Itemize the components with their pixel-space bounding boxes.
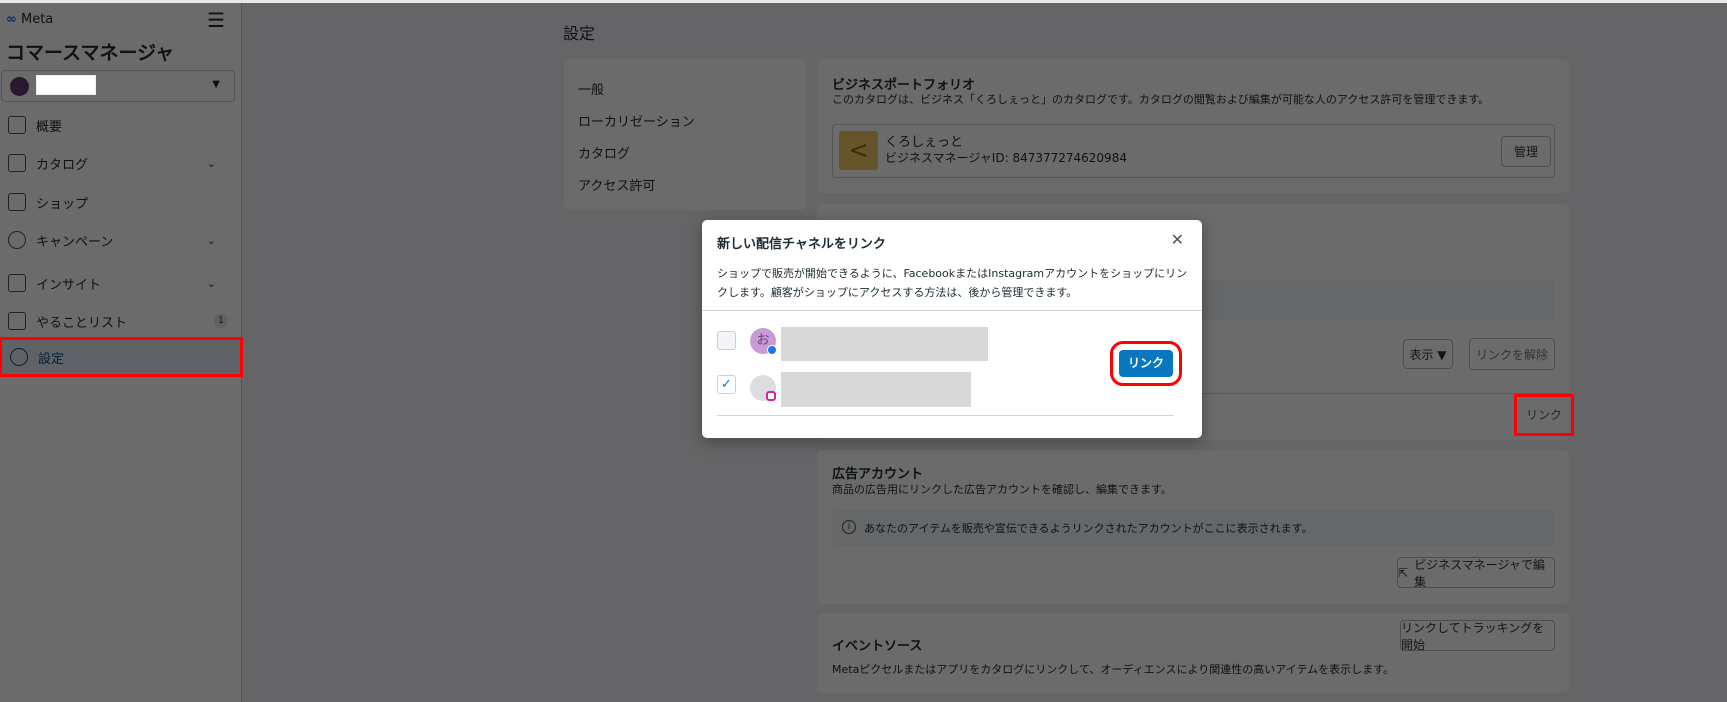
page-title: 設定 [563, 24, 596, 43]
business-name: くろしぇっと [885, 135, 964, 150]
event-source-title: イベントソース [832, 639, 923, 654]
meta-brand-text: Meta [20, 12, 54, 27]
link-text-button[interactable]: リンク [1514, 394, 1574, 436]
nav-label: やることリスト [36, 315, 128, 331]
ad-accounts-info: i あなたのアイテムを販売や宣伝できるようリンクされたアカウントがここに表示され… [832, 510, 1555, 546]
nav-label: ショップ [36, 196, 89, 212]
instagram-account-checkbox[interactable]: ✓ [717, 375, 736, 394]
event-source-card: イベントソース Metaピクセルまたはアプリをカタログにリンクして、オーディエン… [817, 613, 1569, 693]
modal-desc: ショップで販売が開始できるように、FacebookまたはInstagramアカウ… [717, 267, 1188, 299]
event-source-desc: Metaピクセルまたはアプリをカタログにリンクして、オーディエンスにより関連性の… [832, 663, 1395, 676]
business-box: < くろしぇっと ビジネスマネージャID: 847377274620984 管理 [832, 124, 1555, 178]
info-icon: i [842, 520, 856, 534]
nav-label: キャンペーン [36, 234, 114, 250]
account-name-redacted [36, 75, 96, 95]
nav-label: インサイト [36, 277, 102, 293]
unlink-button[interactable]: リンクを解除 [1469, 338, 1555, 370]
home-icon [8, 116, 26, 134]
settings-nav-general[interactable]: 一般 [578, 79, 604, 98]
todo-list-icon [8, 312, 26, 330]
nav-label: 設定 [38, 351, 65, 367]
instagram-icon [766, 391, 776, 401]
start-tracking-button[interactable]: リンクしてトラッキングを開始 [1400, 620, 1555, 652]
sidebar-item-overview[interactable]: 概要 [0, 108, 240, 142]
sidebar-item-campaigns[interactable]: キャンペーン ⌄ [0, 223, 240, 257]
todo-badge: 1 [214, 314, 228, 328]
shop-icon [8, 193, 26, 211]
portfolio-card: ビジネスポートフォリオ このカタログは、ビジネス「くろしぇっと」のカタログです。… [817, 59, 1569, 193]
nav-label: カタログ [36, 157, 89, 173]
show-dropdown[interactable]: 表示 ▼ [1403, 339, 1453, 369]
chevron-down-icon: ⌄ [206, 276, 216, 290]
edit-in-business-manager-button[interactable]: ⇱ ビジネスマネージャで編集 [1397, 557, 1555, 589]
chevron-down-icon: ⌄ [206, 233, 216, 247]
sidebar-item-insights[interactable]: インサイト ⌄ [0, 266, 240, 300]
menu-icon[interactable]: ☰ [207, 8, 225, 32]
ad-accounts-card: 広告アカウント 商品の広告用にリンクした広告アカウントを確認し、編集できます。 … [817, 450, 1569, 604]
modal-title: 新しい配信チャネルをリンク [717, 237, 886, 252]
settings-nav: 一般 ローカリゼーション カタログ アクセス許可 [564, 59, 806, 210]
link-button[interactable]: リンク [1110, 341, 1182, 386]
account-avatar [10, 77, 29, 96]
external-link-icon: ⇱ [1398, 565, 1409, 580]
chevron-down-icon: ▼ [212, 79, 220, 90]
facebook-icon [767, 345, 777, 355]
sidebar-item-todo[interactable]: やることリスト 1 [0, 304, 240, 338]
ad-accounts-desc: 商品の広告用にリンクした広告アカウントを確認し、編集できます。 [832, 483, 1172, 496]
divider [717, 415, 1174, 416]
sidebar-item-catalog[interactable]: カタログ ⌄ [0, 146, 240, 180]
settings-nav-catalog[interactable]: カタログ [578, 143, 630, 162]
link-channel-modal: 新しい配信チャネルをリンク ✕ ショップで販売が開始できるように、Faceboo… [702, 220, 1202, 438]
divider [702, 310, 1202, 311]
account-selector[interactable]: ▼ [1, 70, 235, 102]
settings-nav-permissions[interactable]: アクセス許可 [578, 175, 655, 194]
top-strip [0, 0, 1727, 3]
percent-icon [8, 231, 26, 249]
bar-chart-icon [8, 274, 26, 292]
business-id: ビジネスマネージャID: 847377274620984 [885, 151, 1127, 165]
gear-icon [10, 348, 28, 366]
nav-label: 概要 [36, 119, 63, 135]
grid-icon [8, 154, 26, 172]
meta-logo: ∞ Meta [6, 12, 54, 27]
ad-accounts-title: 広告アカウント [832, 467, 924, 482]
business-logo: < [839, 131, 878, 170]
app-title: コマースマネージャ [6, 42, 175, 64]
sidebar-item-shop[interactable]: ショップ [0, 185, 240, 219]
info-text: あなたのアイテムを販売や宣伝できるようリンクされたアカウントがここに表示されます… [864, 522, 1313, 535]
sidebar-item-settings[interactable]: 設定 [0, 337, 243, 377]
settings-nav-localization[interactable]: ローカリゼーション [578, 111, 695, 130]
facebook-account-name-redacted [781, 327, 988, 361]
close-icon[interactable]: ✕ [1171, 230, 1184, 249]
portfolio-desc: このカタログは、ビジネス「くろしぇっと」のカタログです。カタログの閲覧および編集… [832, 93, 1490, 106]
chevron-down-icon: ⌄ [206, 156, 216, 170]
instagram-account-name-redacted [781, 372, 971, 407]
sidebar: ∞ Meta ☰ コマースマネージャ ▼ 概要 カタログ ⌄ ショップ キャンペー… [0, 0, 243, 702]
button-label: ビジネスマネージャで編集 [1414, 557, 1545, 589]
facebook-account-checkbox[interactable] [717, 331, 736, 350]
manage-button[interactable]: 管理 [1501, 136, 1551, 167]
